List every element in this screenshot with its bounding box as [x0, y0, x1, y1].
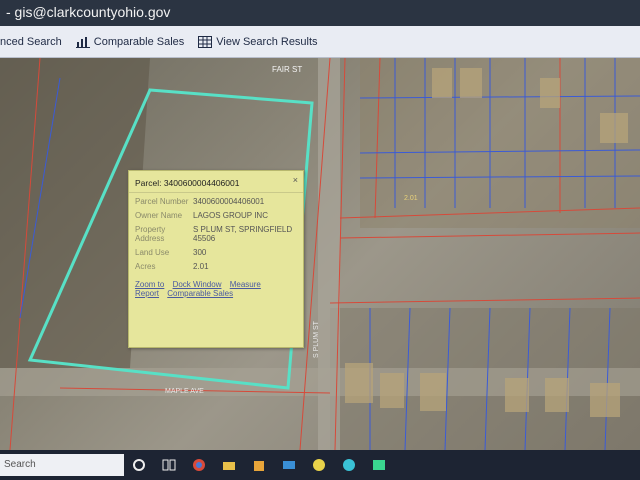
parcel-number-row: Parcel Number 3400600004406001 — [135, 197, 297, 206]
table-grid-icon — [198, 35, 213, 48]
acres-row: Acres 2.01 — [135, 262, 297, 271]
view-search-results-button[interactable]: View Search Results — [198, 35, 318, 48]
field-label: Land Use — [135, 248, 170, 257]
fair-street-label: FAIR ST — [272, 65, 302, 74]
os-taskbar: Search — [0, 450, 640, 480]
mail-icon[interactable] — [282, 458, 298, 472]
bar-chart-icon — [75, 36, 90, 48]
map-overlay: 2.01 FAIR ST S PLUM ST MAPLE AVE — [0, 58, 640, 450]
close-icon[interactable]: × — [293, 175, 298, 185]
task-view-icon[interactable] — [162, 458, 178, 472]
field-label: Owner Name — [135, 211, 183, 220]
land-use-row: Land Use 300 — [135, 248, 297, 257]
field-label: Acres — [135, 262, 156, 271]
popup-links: Zoom to Dock Window Measure Report Compa… — [129, 280, 303, 298]
chrome-icon[interactable] — [192, 458, 208, 472]
advanced-search-button[interactable]: nced Search — [0, 36, 62, 48]
taskbar-search-box[interactable]: Search — [0, 454, 124, 476]
measure-link[interactable]: Measure — [230, 280, 261, 289]
popup-title: Parcel: 3400600004406001 — [135, 178, 240, 188]
photos-icon[interactable] — [372, 458, 388, 472]
parcel-info-popup: Parcel: 3400600004406001 × Parcel Number… — [128, 170, 304, 348]
browser-title-bar: - gis@clarkcountyohio.gov — [0, 0, 640, 26]
parcel-number-label: 2.01 — [404, 195, 418, 202]
field-value: 3400600004406001 — [193, 197, 265, 206]
zoom-to-link[interactable]: Zoom to — [135, 280, 164, 289]
store-icon[interactable] — [252, 458, 268, 472]
view-search-results-label: View Search Results — [216, 35, 318, 48]
owner-name-row: Owner Name LAGOS GROUP INC — [135, 211, 297, 220]
plum-street-label: S PLUM ST — [313, 320, 320, 358]
comparable-sales-button[interactable]: Comparable Sales — [75, 35, 185, 48]
taskbar-icons — [132, 458, 402, 472]
gis-toolbar: nced Search Comparable Sales View Search… — [0, 26, 640, 58]
edge-icon[interactable] — [342, 458, 358, 472]
property-address-row: Property Address S PLUM ST, SPRINGFIELD … — [135, 225, 297, 243]
file-explorer-icon[interactable] — [222, 458, 238, 472]
popup-fields: Parcel Number 3400600004406001 Owner Nam… — [129, 193, 303, 280]
popup-header: Parcel: 3400600004406001 × — [129, 171, 303, 193]
advanced-search-label: nced Search — [0, 35, 62, 48]
window-title: - gis@clarkcountyohio.gov — [6, 4, 171, 20]
cortana-icon[interactable] — [132, 458, 148, 472]
app-icon[interactable] — [312, 458, 328, 472]
field-value: LAGOS GROUP INC — [193, 211, 268, 220]
south-street-label: MAPLE AVE — [165, 388, 204, 395]
report-link[interactable]: Report — [135, 289, 159, 298]
comparable-sales-label: Comparable Sales — [93, 35, 185, 48]
field-label: Parcel Number — [135, 197, 189, 206]
field-value: S PLUM ST, SPRINGFIELD 45506 — [193, 225, 293, 243]
field-value: 300 — [193, 248, 207, 257]
field-value: 2.01 — [193, 262, 209, 271]
south-road — [0, 368, 640, 396]
field-label: Property Address — [135, 225, 166, 243]
residential-block-north — [360, 58, 640, 228]
dock-window-link[interactable]: Dock Window — [173, 280, 222, 289]
taskbar-search-text: Search — [4, 459, 36, 470]
comparable-sales-link[interactable]: Comparable Sales — [167, 289, 233, 298]
aerial-map-view[interactable]: 2.01 FAIR ST S PLUM ST MAPLE AVE Parcel:… — [0, 58, 640, 450]
